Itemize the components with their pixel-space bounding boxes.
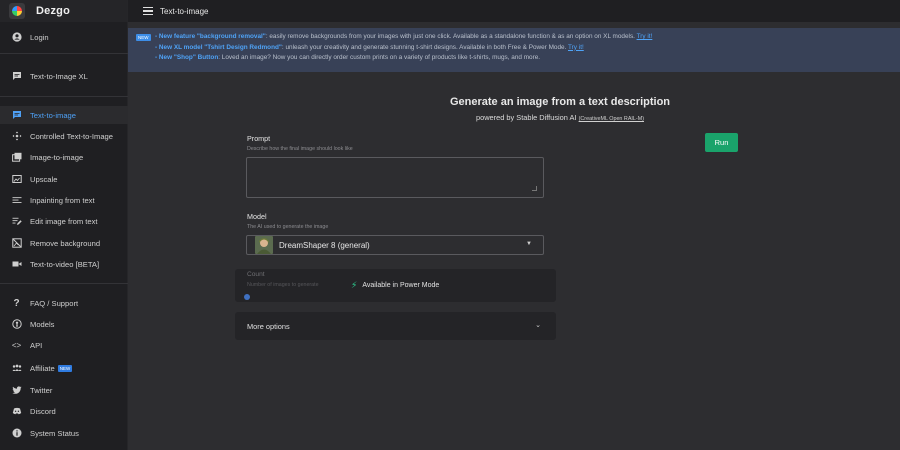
- account-circle-icon: [11, 32, 22, 43]
- sidebar-item-label: Text-to-video [BETA]: [30, 259, 100, 269]
- more-options-label: More options: [247, 321, 290, 331]
- sidebar-item-image-to-image[interactable]: Image-to-image: [0, 148, 128, 166]
- affiliate-icon: [11, 363, 22, 374]
- main-heading: Generate an image from a text descriptio…: [449, 96, 671, 108]
- sidebar-item-models[interactable]: Models: [0, 315, 128, 333]
- power-mode-text: Available in Power Mode: [362, 282, 440, 289]
- run-button[interactable]: Run: [705, 133, 738, 152]
- sidebar-item-label: Text-to-image: [30, 110, 76, 120]
- model-thumbnail-icon: [255, 236, 273, 254]
- upscale-icon: [11, 174, 22, 185]
- sidebar-item-label: Remove background: [30, 238, 101, 248]
- try-it-link[interactable]: Try it!: [568, 44, 584, 51]
- chevron-down-icon: ▼: [526, 241, 532, 247]
- chevron-down-icon: ⌄: [535, 322, 541, 329]
- message-icon: [11, 71, 22, 82]
- sidebar-item-label: Text-to-Image XL: [30, 71, 88, 81]
- sidebar-item-label: Login: [30, 32, 49, 42]
- page-title: Text-to-image: [160, 6, 209, 16]
- code-icon: <>: [11, 340, 22, 350]
- image-stack-icon: [11, 152, 22, 163]
- resize-grip-icon[interactable]: [532, 186, 537, 191]
- sidebar-item-text-to-video[interactable]: Text-to-video [BETA]: [0, 255, 128, 273]
- discord-icon: [11, 406, 22, 417]
- announcement-banner: NEW - New feature "background removal": …: [128, 28, 900, 72]
- video-icon: [11, 259, 22, 270]
- sidebar-item-twitter[interactable]: Twitter: [0, 381, 128, 399]
- count-help: Number of images to generate: [247, 282, 319, 288]
- sidebar-item-label: Edit image from text: [30, 216, 98, 226]
- model-selected-value: DreamShaper 8 (general): [279, 240, 370, 250]
- announcement-line: - New feature "background removal": easi…: [155, 33, 653, 40]
- main-subheading: powered by Stable Diffusion AI (Creative…: [476, 113, 644, 122]
- sidebar-item-discord[interactable]: Discord: [0, 402, 128, 420]
- sidebar-item-label: FAQ / Support: [30, 298, 79, 308]
- sidebar-divider: [0, 283, 128, 284]
- remove-bg-icon: [11, 238, 22, 249]
- prompt-input[interactable]: [246, 157, 544, 198]
- try-it-link[interactable]: Try it!: [637, 33, 653, 40]
- more-options-expander[interactable]: More options ⌄: [235, 312, 556, 340]
- inpaint-icon: [11, 195, 22, 206]
- sidebar-item-label: Twitter: [30, 385, 53, 395]
- twitter-icon: [11, 385, 22, 396]
- model-select[interactable]: DreamShaper 8 (general) ▼: [246, 235, 544, 255]
- sidebar-item-label: Image-to-image: [30, 152, 84, 162]
- sidebar-item-faq[interactable]: ? FAQ / Support: [0, 294, 128, 312]
- sidebar-item-label: Upscale: [30, 174, 58, 184]
- lightning-bolt-icon: ⚡︎: [351, 280, 358, 290]
- edit-lines-icon: [11, 216, 22, 227]
- move-icon: [11, 131, 22, 142]
- model-help: The AI used to generate the image: [247, 224, 329, 230]
- sidebar-item-affiliate[interactable]: Affiliate NEW: [0, 359, 128, 377]
- prompt-help: Describe how the final image should look…: [247, 146, 353, 152]
- hamburger-menu-icon[interactable]: [143, 7, 153, 15]
- model-label: Model: [247, 212, 267, 221]
- announcement-line: - New XL model "Tshirt Design Redmond": …: [155, 43, 584, 51]
- sidebar-item-controlled-text-to-image[interactable]: Controlled Text-to-Image: [0, 127, 128, 145]
- sidebar-item-label: Controlled Text-to-Image: [30, 131, 114, 141]
- prompt-label: Prompt: [247, 134, 271, 143]
- sidebar-item-system-status[interactable]: System Status: [0, 424, 128, 442]
- models-icon: [11, 319, 22, 330]
- brand-name: Dezgo: [36, 5, 70, 17]
- sidebar-item-text-to-image-xl[interactable]: Text-to-Image XL: [0, 67, 128, 85]
- sidebar-item-upscale[interactable]: Upscale: [0, 170, 128, 188]
- count-panel: Count Number of images to generate ⚡︎ Av…: [235, 269, 556, 302]
- sidebar-item-label: Affiliate: [30, 363, 55, 373]
- sidebar-item-label: Discord: [30, 406, 56, 416]
- sidebar: Dezgo Login Text-to-Image XL Text-to-ima…: [0, 0, 128, 450]
- sidebar-item-login[interactable]: Login: [0, 28, 128, 46]
- announcement-line: - New "Shop" Button: Loved an image? Now…: [155, 54, 541, 61]
- sidebar-item-api[interactable]: <> API: [0, 336, 128, 354]
- sidebar-item-label: Inpainting from text: [30, 195, 95, 205]
- sidebar-item-edit-image[interactable]: Edit image from text: [0, 212, 128, 230]
- power-mode-notice: ⚡︎ Available in Power Mode: [351, 280, 439, 291]
- new-badge: NEW: [57, 364, 73, 372]
- sidebar-item-remove-background[interactable]: Remove background: [0, 234, 128, 252]
- info-icon: [11, 428, 22, 439]
- sidebar-item-label: System Status: [30, 428, 79, 438]
- license-link[interactable]: (CreativeML Open RAIL-M): [579, 116, 644, 122]
- sidebar-divider: [0, 53, 128, 54]
- sidebar-item-text-to-image[interactable]: Text-to-image: [0, 106, 128, 124]
- dezgo-logo-icon: [9, 3, 25, 19]
- count-label: Count: [247, 271, 265, 278]
- sidebar-item-label: API: [30, 340, 43, 350]
- count-slider-handle[interactable]: [244, 294, 250, 300]
- sidebar-item-inpainting[interactable]: Inpainting from text: [0, 191, 128, 209]
- message-icon: [11, 110, 22, 121]
- sidebar-item-label: Models: [30, 319, 55, 329]
- brand[interactable]: Dezgo: [0, 0, 127, 22]
- new-badge: NEW: [136, 34, 151, 41]
- sidebar-divider: [0, 96, 128, 97]
- top-bar: Text-to-image: [128, 0, 900, 22]
- question-icon: ?: [13, 297, 20, 309]
